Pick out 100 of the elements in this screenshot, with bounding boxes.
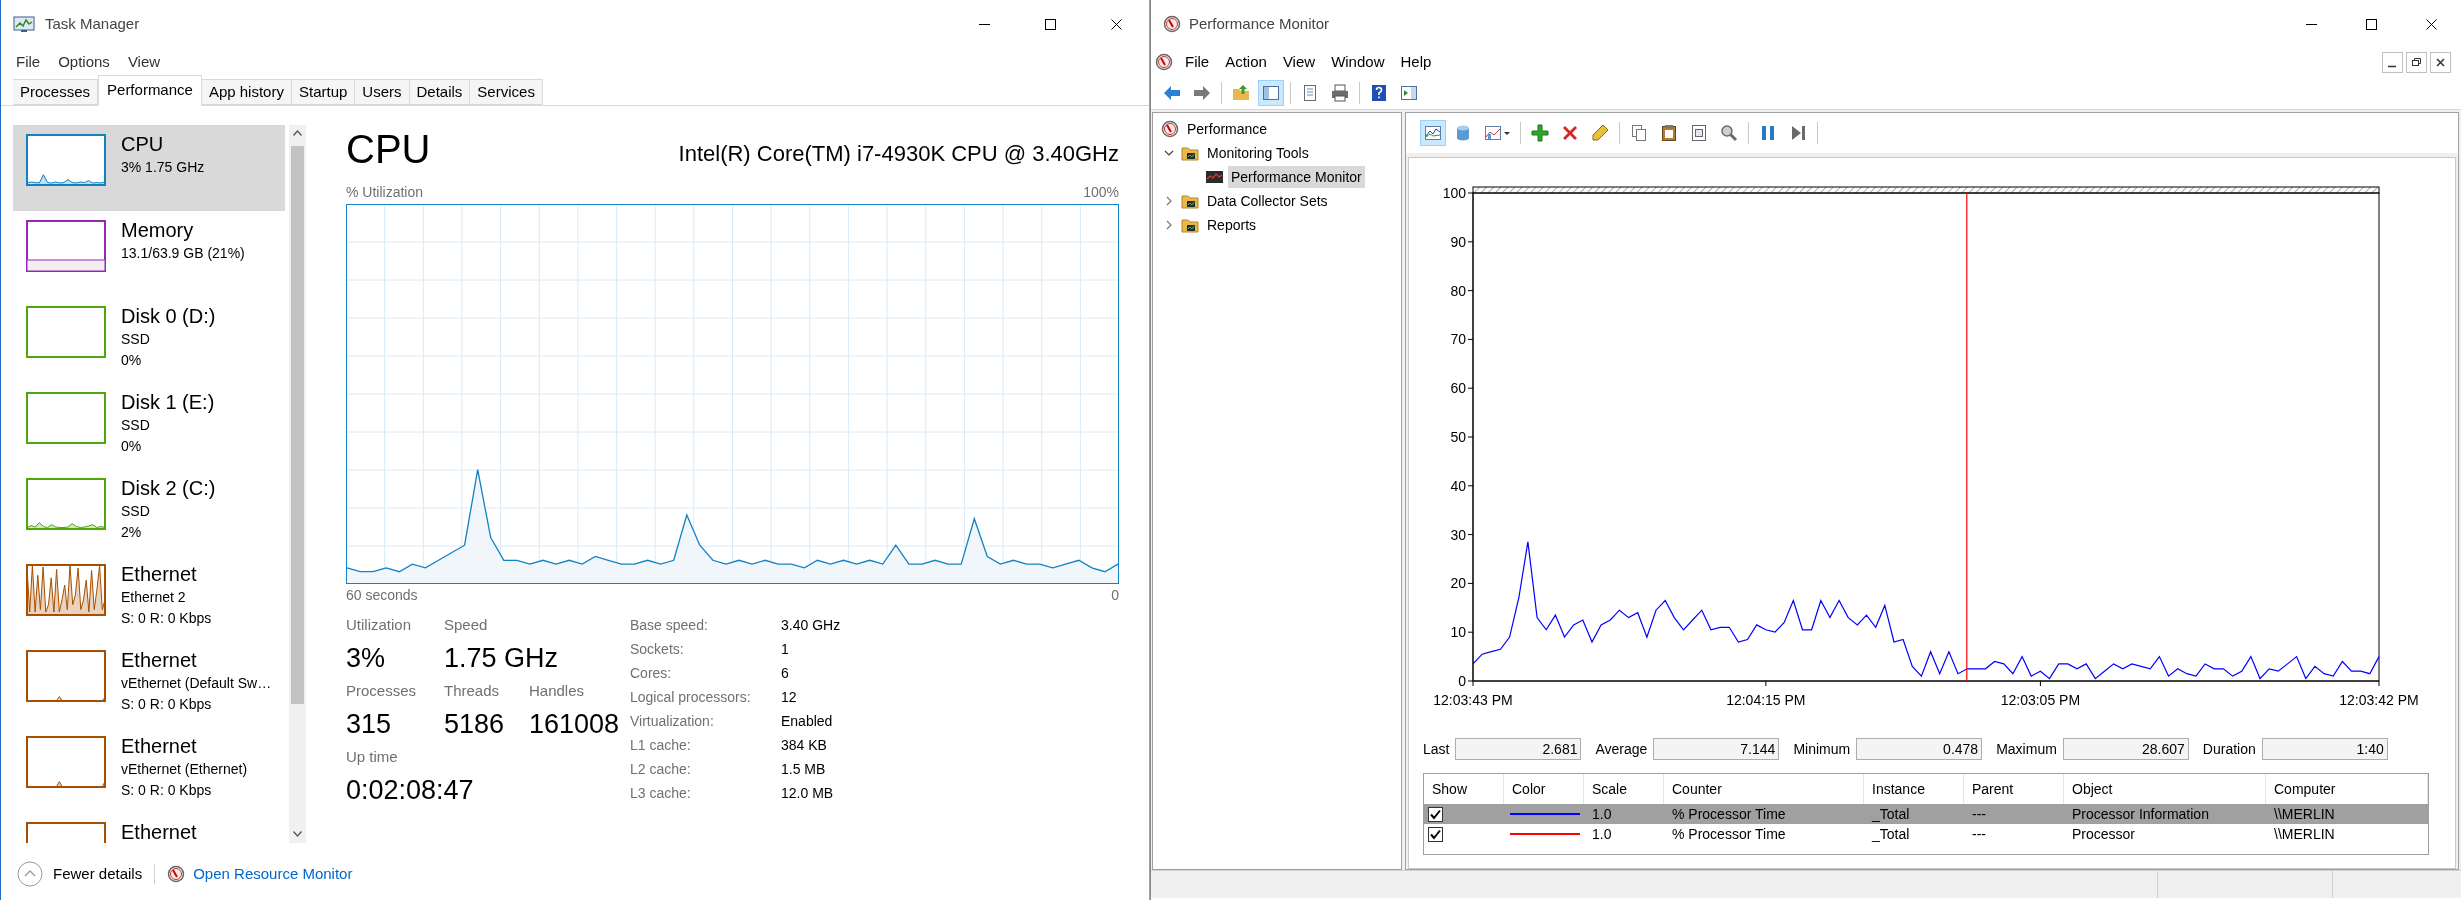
resource-detail: Ethernet 2 [121,587,187,607]
detail-label: L2 cache: [630,760,692,780]
resource-name: Disk 0 (D:) [121,303,216,329]
axis-label: 40 [1450,477,1466,494]
monitor-graph-icon [13,15,35,33]
table-cell-text: \\MERLIN [2273,804,2336,824]
menu-item[interactable]: Window [1323,50,1393,74]
chevron-up-circle-icon[interactable] [17,861,43,888]
tab[interactable]: Details [409,78,471,105]
tree-item[interactable]: Reports [1204,214,1260,236]
menu-item[interactable]: View [1274,50,1324,74]
menu-item[interactable]: Options [49,50,119,74]
resource-item[interactable]: Disk 2 (C:) SSD 2% [13,468,285,555]
resource-detail: SSD [121,501,151,521]
resource-item[interactable]: Ethernet [13,812,285,843]
resource-detail: 13.1/63.9 GB (21%) [121,243,245,263]
table-row[interactable]: 1.0 % Processor Time _Total --- Processor Information \\MERLIN [1424,804,2428,824]
fewer-details-button[interactable]: Fewer details [53,863,143,886]
tab[interactable]: Services [470,78,543,105]
scroll-up-icon[interactable] [293,130,302,137]
table-cell-text: % Processor Time [1671,824,1787,844]
resource-detail: S: 0 R: 0 Kbps [121,694,213,714]
table-cell-text: --- [1971,824,1987,844]
stat-value: 5186 [444,707,506,741]
detail-label: L3 cache: [630,784,692,804]
resource-name: Disk 1 (E:) [121,389,215,415]
resource-monitor-link[interactable]: Open Resource Monitor [193,863,353,886]
table-cell-text: 1.0 [1591,824,1613,844]
pane-icon[interactable] [1258,79,1284,106]
stat-label: Duration [2202,739,2256,759]
stat-label: Maximum [1996,739,2057,759]
table-cell-text: Processor Information [2071,804,2210,824]
resource-item[interactable]: Disk 0 (D:) SSD 0% [13,296,285,383]
stat-value: 1.75 GHz [444,641,559,675]
resource-detail: SSD [121,415,151,435]
resource-item[interactable]: Ethernet Ethernet 2 S: 0 R: 0 Kbps [13,554,285,641]
stat-value: 315 [346,707,393,741]
folder-icon [1181,192,1200,210]
axis-label: % Utilization [346,182,424,202]
axis-label: 12:03:05 PM [2000,692,2081,708]
close-icon[interactable] [1110,18,1122,30]
menu-item[interactable]: File [1177,50,1218,74]
restore-icon[interactable] [2406,51,2427,73]
detail-value: 1 [781,640,789,660]
menu-item[interactable]: File [7,50,50,74]
line-chart-icon[interactable] [1420,120,1446,146]
stat-label: Up time [346,746,399,767]
maximize-icon[interactable] [2365,18,2377,30]
scrollbar-thumb[interactable] [291,145,304,704]
window-title: Task Manager [45,13,140,34]
stat-label: Utilization [346,614,413,635]
gauge-icon [1161,120,1180,138]
menu-item[interactable]: Action [1217,50,1275,74]
checkbox[interactable] [1428,826,1443,842]
tab[interactable]: App history [201,78,292,105]
tab[interactable]: Performance [98,74,202,106]
axis-label: 100% [1083,182,1119,202]
resource-detail: S: 0 R: 0 Kbps [121,608,212,628]
tree-item[interactable]: Monitoring Tools [1204,142,1312,164]
resource-item[interactable]: CPU 3% 1.75 GHz [13,124,285,211]
stat-label: Minimum [1793,739,1851,759]
tree-item[interactable]: Data Collector Sets [1204,190,1331,212]
menu-item[interactable]: View [118,50,170,74]
tab[interactable]: Users [355,78,410,105]
value-field: 0.478 [1856,738,1983,760]
maximize-icon[interactable] [1044,18,1056,30]
resource-detail: 2% [121,522,143,542]
scroll-down-icon[interactable] [293,831,302,838]
tree-item[interactable]: Performance Monitor [1228,166,1365,188]
axis-label: 80 [1450,282,1466,299]
stat-value: 3% [346,641,387,675]
menu-item[interactable]: Help [1392,50,1440,74]
resource-item[interactable]: Memory 13.1/63.9 GB (21%) [13,210,285,297]
window-title: Performance Monitor [1189,13,1330,34]
resource-item[interactable]: Disk 1 (E:) SSD 0% [13,382,285,469]
detail-label: Logical processors: [630,688,752,708]
resource-detail: 3% 1.75 GHz [121,157,205,177]
resource-name: Ethernet [121,647,198,673]
checkbox[interactable] [1428,806,1443,822]
stat-label: Handles [529,680,586,701]
resource-item[interactable]: Ethernet vEthernet (Default Sw… S: 0 R: 0 Kbps [13,640,285,727]
resource-name: Ethernet [121,819,197,843]
tab[interactable]: Startup [291,78,356,105]
folder-icon [1181,216,1200,234]
resource-name: Memory [121,217,195,243]
tab[interactable]: Processes [13,78,99,105]
detail-value: 1.5 MB [781,760,826,780]
resource-item[interactable]: Ethernet vEthernet (Ethernet) S: 0 R: 0 Kbps [13,726,285,813]
axis-label: 70 [1450,331,1466,348]
table-row[interactable]: 1.0 % Processor Time _Total --- Processor \\MERLIN [1424,824,2428,844]
close-icon[interactable] [2425,18,2437,30]
gauge-icon [1163,15,1181,33]
gauge-icon[interactable] [1155,53,1173,71]
detail-label: Virtualization: [630,712,715,732]
tree-item[interactable]: Performance [1184,118,1271,140]
detail-label: Base speed: [630,616,709,636]
scrollbar[interactable] [289,124,306,843]
resource-name: Ethernet [121,561,198,587]
axis-label: 20 [1450,575,1466,592]
axis-label: 12:03:43 PM [1433,692,1513,708]
